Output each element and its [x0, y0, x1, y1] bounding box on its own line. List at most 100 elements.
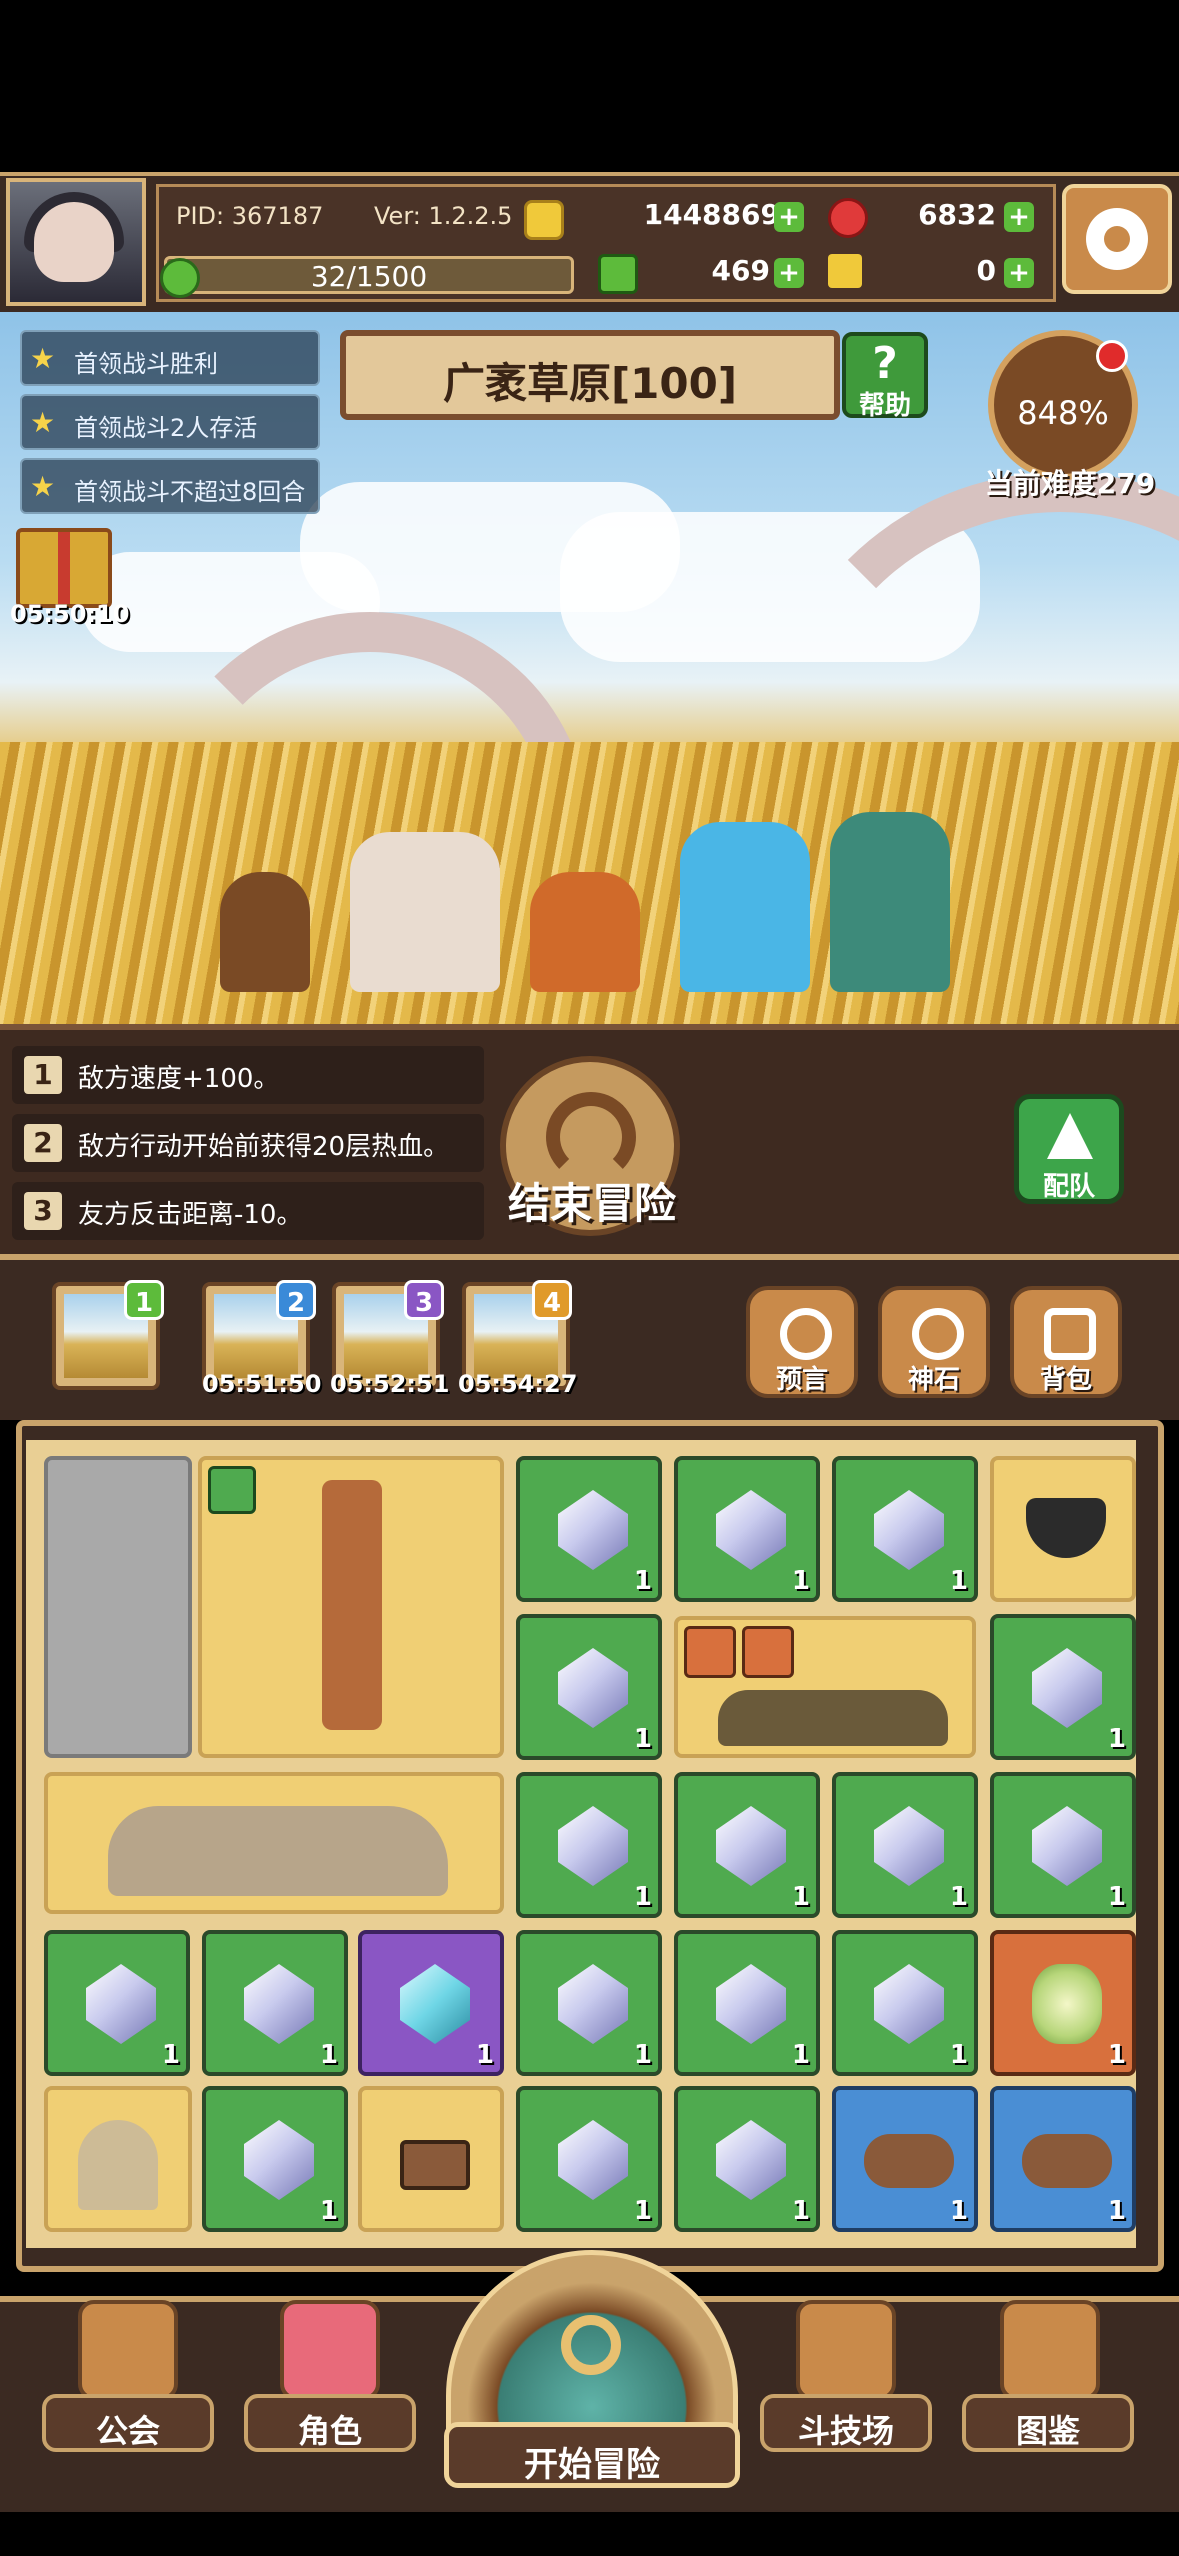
red-gem-amount: 6832 [918, 198, 996, 231]
rock-tile[interactable] [44, 2086, 192, 2232]
add-red-gem-button[interactable]: + [1004, 202, 1034, 232]
log-item[interactable]: 1 [832, 2086, 978, 2232]
quest-item: ★ 首领战斗胜利 [20, 330, 320, 386]
slot-timer: 05:54:27 [458, 1370, 578, 1398]
stage-title-banner: 广袤草原[100] [340, 330, 840, 420]
star-icon: ★ [30, 470, 56, 503]
add-clover-button[interactable]: + [774, 258, 804, 288]
clover-amount: 469 [711, 254, 770, 287]
god-stone-button[interactable]: 神石 [878, 1286, 990, 1398]
tortoise-tile[interactable] [674, 1616, 976, 1758]
add-gold-button[interactable]: + [774, 202, 804, 232]
nav-start-adventure[interactable]: 开始冒险 [444, 2422, 740, 2488]
help-button[interactable]: ? 帮助 [842, 332, 928, 421]
nav-character[interactable]: 角色 [244, 2394, 416, 2452]
crystal-icon [716, 1806, 786, 1886]
treasure-chest-tile[interactable] [358, 2086, 504, 2232]
crystal-item[interactable]: 1 [516, 1930, 662, 2076]
gold-coin-icon [524, 200, 564, 240]
team-button[interactable]: 配队 [1014, 1094, 1124, 1204]
nav-arena[interactable]: 斗技场 [760, 2394, 932, 2452]
difficulty-dial[interactable]: 848% [988, 330, 1138, 480]
crystal-item[interactable]: 1 [674, 2086, 820, 2232]
question-icon: ? [872, 338, 898, 389]
gift-box-icon[interactable] [16, 528, 112, 608]
gift-timer: 05:50:10 [10, 600, 130, 628]
crystal-item[interactable]: 1 [990, 1772, 1136, 1918]
crystal-icon [716, 1490, 786, 1570]
gear-icon [1086, 208, 1148, 270]
crystal-icon [874, 1806, 944, 1886]
key-amount: 0 [976, 254, 996, 287]
crystal-icon [558, 2120, 628, 2200]
stone-slab-tile[interactable] [44, 1456, 192, 1758]
red-gem-icon [828, 198, 868, 238]
crystal-icon [1032, 1648, 1102, 1728]
slot-badge: 4 [532, 1280, 572, 1320]
cabbage-icon [1032, 1964, 1102, 2044]
clover-icon [598, 254, 638, 294]
teal-crystal-item[interactable]: 1 [358, 1930, 504, 2076]
mushroom-badge-icon [684, 1626, 736, 1678]
crystal-item[interactable]: 1 [516, 1456, 662, 1602]
prophecy-button[interactable]: 预言 [746, 1286, 858, 1398]
crystal-item[interactable]: 1 [832, 1772, 978, 1918]
start-adventure-globe[interactable] [446, 2250, 738, 2450]
crystal-item[interactable]: 1 [674, 1930, 820, 2076]
crystal-item[interactable]: 1 [990, 1614, 1136, 1760]
stage-slot-bar [0, 1254, 1179, 1420]
crystal-item[interactable]: 1 [202, 1930, 348, 2076]
skull-icon [108, 1806, 448, 1896]
gold-amount: 1448869 [643, 198, 780, 231]
character-icon [280, 2300, 380, 2400]
log-icon [1022, 2134, 1112, 2188]
crystal-item[interactable]: 1 [832, 1456, 978, 1602]
difficulty-label: 当前难度279 [984, 467, 1156, 500]
cabbage-item[interactable]: 1 [990, 1930, 1136, 2076]
cauldron-icon [1026, 1498, 1106, 1558]
magnifier-icon [561, 2315, 621, 2375]
settings-button[interactable] [1062, 184, 1172, 294]
return-arrow-icon [546, 1092, 636, 1182]
cauldron-tile[interactable] [990, 1456, 1136, 1602]
stage-title: 广袤草原[100] [442, 359, 738, 408]
crystal-icon [558, 1490, 628, 1570]
star-icon: ★ [30, 342, 56, 375]
crystal-item[interactable]: 1 [516, 1614, 662, 1760]
slot-badge: 3 [404, 1280, 444, 1320]
player-avatar[interactable] [6, 178, 146, 306]
notification-dot [1096, 340, 1128, 372]
crystal-icon [244, 2120, 314, 2200]
beast-skull-tile[interactable] [44, 1772, 504, 1914]
slot-badge: 1 [124, 1280, 164, 1320]
end-adventure-label: 结束冒险 [507, 1179, 676, 1228]
crystal-icon [86, 1964, 156, 2044]
quest-item: ★ 首领战斗2人存活 [20, 394, 320, 450]
nav-guild[interactable]: 公会 [42, 2394, 214, 2452]
difficulty-percent: 848% [1017, 394, 1109, 432]
crystal-item[interactable]: 1 [44, 1930, 190, 2076]
slot-timer: 05:51:50 [202, 1370, 322, 1398]
rock-icon [78, 2120, 158, 2210]
crystal-item[interactable]: 1 [202, 2086, 348, 2232]
crystal-item[interactable]: 1 [516, 1772, 662, 1918]
crystal-item[interactable]: 1 [674, 1456, 820, 1602]
crystal-item[interactable]: 1 [674, 1772, 820, 1918]
slot-timer: 05:52:51 [330, 1370, 450, 1398]
backpack-icon [1044, 1308, 1096, 1360]
crystal-icon [874, 1490, 944, 1570]
crystal-item[interactable]: 1 [832, 1930, 978, 2076]
add-key-button[interactable]: + [1004, 258, 1034, 288]
totem-tile[interactable] [198, 1456, 504, 1758]
totem-icon [322, 1480, 382, 1730]
crystal-icon [558, 1964, 628, 2044]
log-item[interactable]: 1 [990, 2086, 1136, 2232]
teal-crystal-icon [400, 1964, 470, 2044]
god-stone-icon [912, 1308, 964, 1360]
crystal-item[interactable]: 1 [516, 2086, 662, 2232]
crystal-icon [1032, 1806, 1102, 1886]
slot-badge: 2 [276, 1280, 316, 1320]
nav-codex[interactable]: 图鉴 [962, 2394, 1134, 2452]
player-id: PID: 367187 [176, 202, 324, 230]
backpack-button[interactable]: 背包 [1010, 1286, 1122, 1398]
